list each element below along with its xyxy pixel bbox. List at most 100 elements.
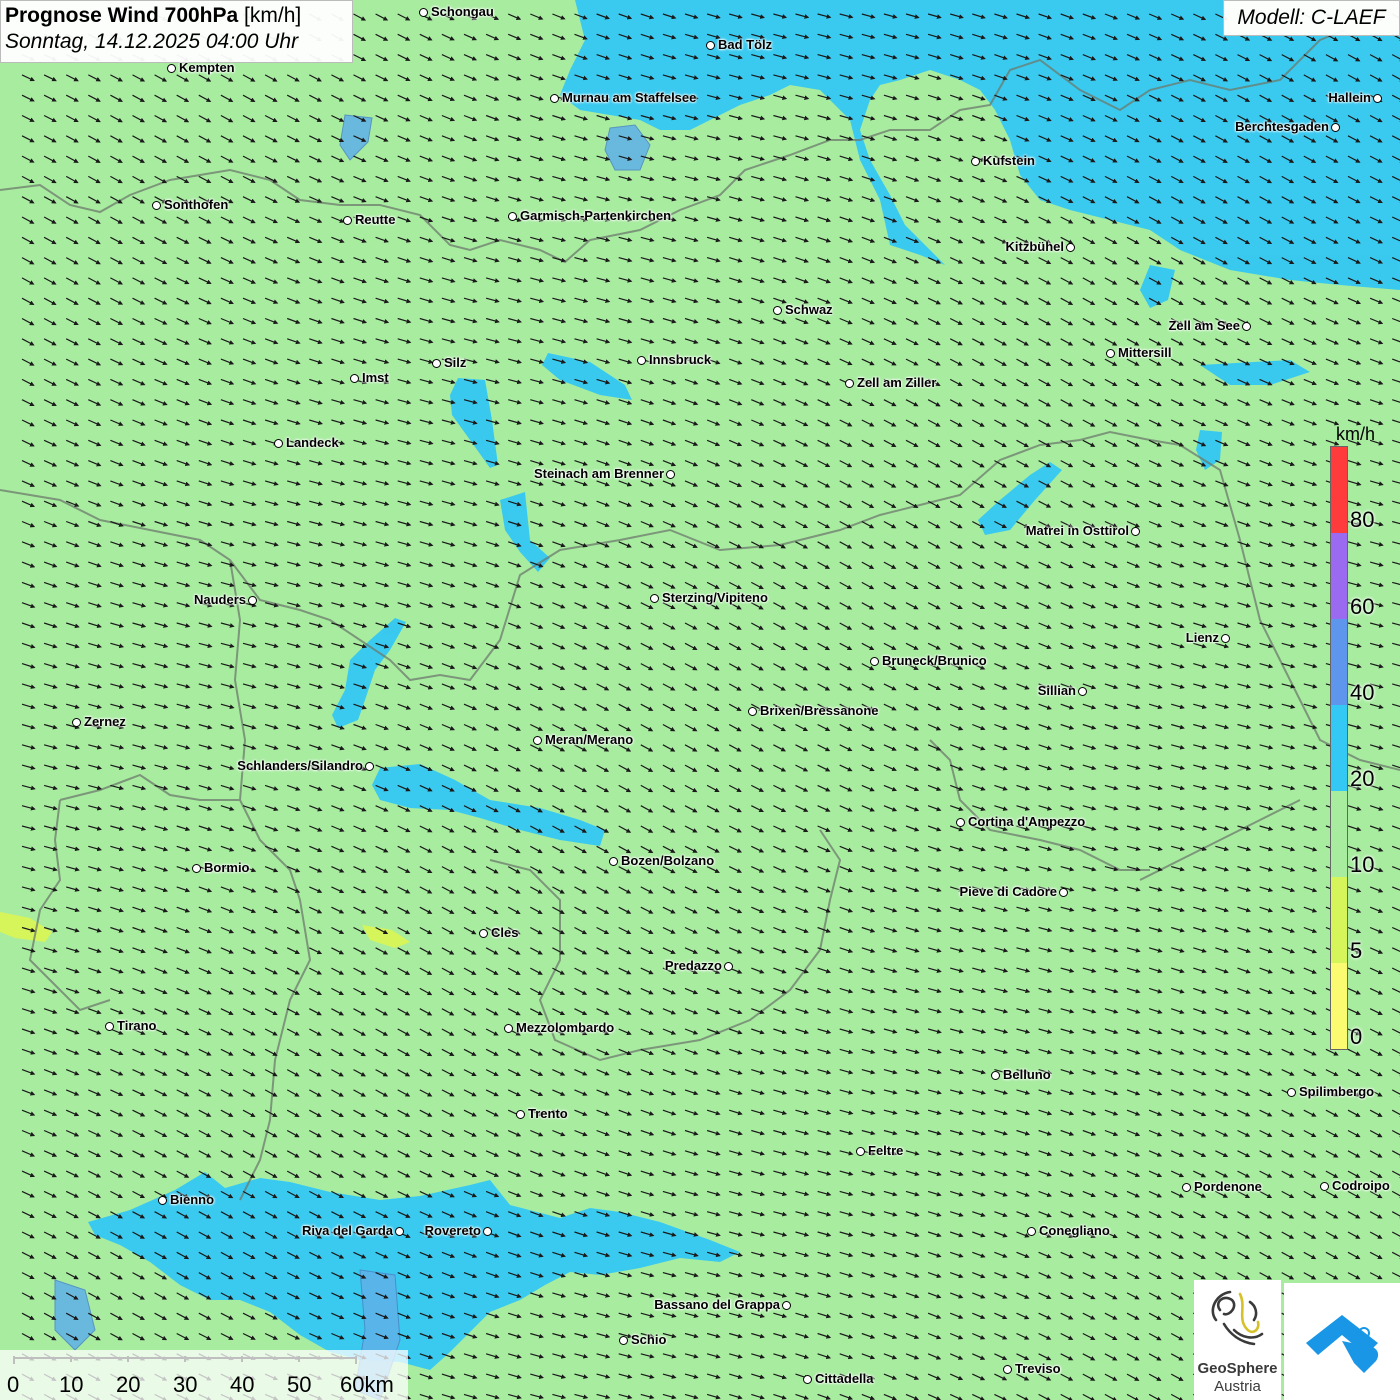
city-label: Pordenone (1194, 1179, 1262, 1194)
scale-label-50: 50 (287, 1372, 312, 1397)
city-label: Predazzo (664, 958, 722, 973)
city-marker-icon (432, 359, 441, 368)
city-marker-icon (508, 212, 517, 221)
city-marker-icon (105, 1022, 114, 1031)
city-label: Cles (491, 925, 519, 940)
city-label: Schongau (431, 4, 494, 19)
legend-colorbar (1330, 446, 1348, 1050)
city-label: Bienno (170, 1192, 215, 1207)
city-label: Bozen/Bolzano (621, 853, 715, 868)
scale-label-20: 20 (116, 1372, 141, 1397)
legend-label-10: 10 (1350, 852, 1375, 877)
legend-label-40: 40 (1350, 680, 1375, 705)
city-label: Rovereto (424, 1223, 481, 1238)
city-label: Kitzbühel (1005, 239, 1065, 254)
city-marker-icon (152, 201, 161, 210)
city-marker-icon (504, 1024, 513, 1033)
legend-label-60: 60 (1350, 594, 1375, 619)
city-marker-icon (158, 1196, 167, 1205)
city-marker-icon (666, 470, 675, 479)
city-marker-icon (1242, 322, 1251, 331)
city-label: Codroipo (1332, 1178, 1390, 1193)
city-label: Sillian (1037, 683, 1076, 698)
city-label: Mittersill (1118, 345, 1172, 360)
city-marker-icon (1331, 123, 1340, 132)
city-label: Reutte (355, 212, 396, 227)
city-label: Bormio (204, 860, 250, 875)
city-marker-icon (845, 379, 854, 388)
legend-swatch-80 (1331, 447, 1347, 533)
city-label: Riva del Garda (301, 1223, 393, 1238)
city-marker-icon (773, 306, 782, 315)
city-marker-icon (650, 594, 659, 603)
city-label: Berchtesgaden (1235, 119, 1329, 134)
city-marker-icon (1373, 94, 1382, 103)
city-marker-icon (516, 1110, 525, 1119)
city-label: Schlanders/Silandro (237, 758, 363, 773)
city-marker-icon (1182, 1183, 1191, 1192)
city-label: Treviso (1015, 1361, 1061, 1376)
city-marker-icon (1003, 1365, 1012, 1374)
city-label: Matrei in Osttirol (1025, 523, 1129, 538)
app-logo[interactable] (1284, 1283, 1400, 1400)
city-label: Cittadella (815, 1371, 874, 1386)
city-label: Landeck (286, 435, 339, 450)
city-label: Garmisch-Partenkirchen (520, 208, 672, 223)
city-label: Bad Tölz (718, 37, 773, 52)
city-marker-icon (72, 718, 81, 727)
city-marker-icon (419, 8, 428, 17)
city-label: Pieve di Cadore (959, 884, 1057, 899)
city-label: Mezzolombardo (516, 1020, 615, 1035)
city-marker-icon (956, 818, 965, 827)
city-marker-icon (724, 962, 733, 971)
city-marker-icon (971, 157, 980, 166)
city-label: Bruneck/Brunico (882, 653, 987, 668)
city-marker-icon (870, 657, 879, 666)
map-title-box: Prognose Wind 700hPa [km/h] Sonntag, 14.… (0, 0, 353, 63)
scale-label-40: 40 (230, 1372, 255, 1397)
legend-unit: km/h (1336, 424, 1376, 444)
city-label: Zell am Ziller (857, 375, 937, 390)
city-label: Lienz (1185, 630, 1219, 645)
city-marker-icon (1221, 634, 1230, 643)
logo-name-line2: Austria (1214, 1378, 1261, 1395)
city-label: Innsbruck (649, 352, 712, 367)
city-marker-icon (192, 864, 201, 873)
wind-app-icon (1306, 1315, 1379, 1373)
geosphere-logo[interactable]: GeoSphere Austria (1194, 1280, 1281, 1400)
city-marker-icon (395, 1227, 404, 1236)
legend-swatch-20 (1331, 705, 1347, 791)
city-label: Kempten (179, 60, 235, 75)
city-label: Bassano del Grappa (654, 1297, 780, 1312)
scale-label-0: 0 (7, 1372, 20, 1397)
city-label: Zernez (84, 714, 126, 729)
city-marker-icon (619, 1336, 628, 1345)
city-marker-icon (343, 216, 352, 225)
city-marker-icon (167, 64, 176, 73)
city-marker-icon (483, 1227, 492, 1236)
city-marker-icon (274, 439, 283, 448)
city-label: Feltre (868, 1143, 904, 1158)
city-marker-icon (479, 929, 488, 938)
city-label: Spilimbergo (1299, 1084, 1375, 1099)
legend-swatch-5 (1331, 877, 1347, 963)
city-label: Nauders (193, 592, 246, 607)
city-marker-icon (550, 94, 559, 103)
city-marker-icon (609, 857, 618, 866)
city-marker-icon (1078, 687, 1087, 696)
legend-swatch-40 (1331, 619, 1347, 705)
city-label: Conegliano (1039, 1223, 1110, 1238)
scale-label-30: 30 (173, 1372, 198, 1397)
city-marker-icon (782, 1301, 791, 1310)
geosphere-emblem-icon (1211, 1290, 1264, 1346)
legend-swatch-0 (1331, 963, 1347, 1049)
city-marker-icon (748, 707, 757, 716)
city-label: Hallein (1328, 90, 1371, 105)
city-marker-icon (991, 1071, 1000, 1080)
city-label: Sonthofen (164, 197, 229, 212)
city-label: Kufstein (983, 153, 1035, 168)
city-marker-icon (248, 596, 257, 605)
city-label: Tirano (117, 1018, 157, 1033)
city-marker-icon (533, 736, 542, 745)
city-label: Schio (631, 1332, 667, 1347)
